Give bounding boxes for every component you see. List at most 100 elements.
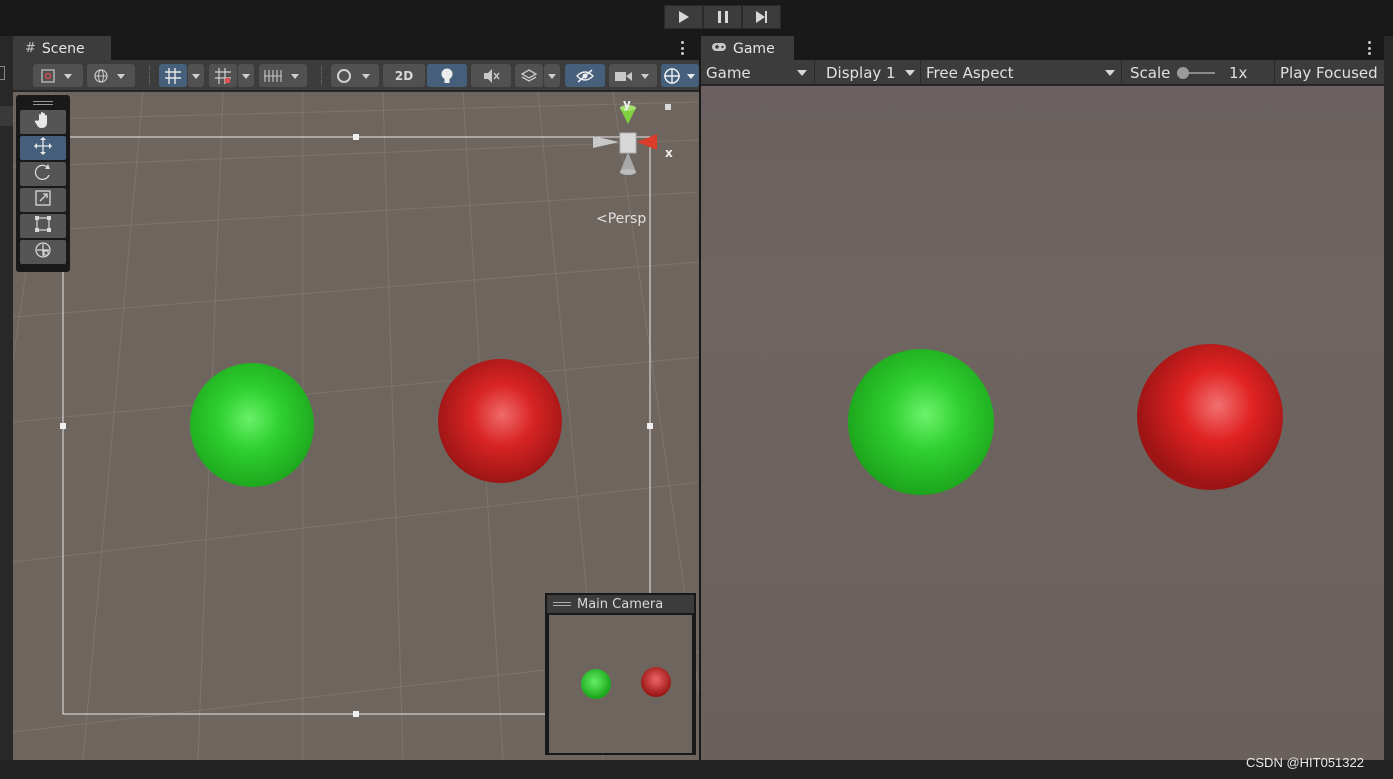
collapsed-panel-tab[interactable] — [0, 106, 13, 126]
rect-tool-icon — [34, 215, 52, 237]
game-red-sphere — [1137, 344, 1283, 490]
status-bar — [0, 760, 1393, 779]
scene-menu-icon[interactable] — [677, 40, 687, 56]
hidden-objects-toggle[interactable] — [565, 64, 605, 87]
projection-toggle[interactable]: <Persp — [596, 211, 646, 227]
perspective-icon: < — [596, 211, 608, 227]
scene-tabstrip: # Scene — [13, 36, 699, 60]
tab-scene-label: Scene — [41, 40, 85, 57]
palette-grip-handle[interactable] — [20, 98, 66, 108]
red-sphere-object[interactable] — [438, 359, 562, 483]
aspect-select[interactable]: Free Aspect — [922, 60, 1122, 85]
scene-viewport[interactable]: y x <Persp Main Camera — [13, 92, 699, 760]
gamepad-icon — [711, 41, 727, 56]
tab-scene[interactable]: # Scene — [13, 36, 111, 60]
scale-control: Scale 1x — [1123, 60, 1275, 85]
watermark-text: CSDN @HIT051322 — [1246, 755, 1364, 770]
gizmo-crosshair-icon — [663, 67, 697, 85]
display-select[interactable]: Display 1 — [816, 60, 921, 85]
toggle-2d-button[interactable]: 2D — [383, 64, 425, 87]
game-viewport[interactable] — [701, 86, 1384, 760]
step-button[interactable] — [742, 5, 781, 29]
game-toolbar: Game Display 1 Free Aspect Scale 1x Play… — [701, 60, 1384, 85]
play-mode-bar — [0, 0, 1393, 35]
play-icon — [678, 10, 690, 24]
pause-icon — [717, 10, 729, 24]
view-select-value: Game — [706, 63, 751, 82]
ruler-grid-icon — [263, 68, 303, 84]
lighting-toggle[interactable] — [427, 64, 467, 87]
scene-toolbar: 2D — [13, 60, 699, 91]
play-mode-value: Play Focused — [1280, 63, 1378, 82]
green-sphere-object[interactable] — [190, 363, 314, 487]
tools-palette — [16, 95, 70, 272]
toolbar-separator — [149, 66, 151, 85]
audio-toggle[interactable] — [471, 64, 511, 87]
rotate-tool-button[interactable] — [20, 162, 66, 186]
orientation-gizmo[interactable] — [585, 100, 675, 190]
scale-tool-button[interactable] — [20, 188, 66, 212]
display-select-value: Display 1 — [826, 63, 896, 82]
toggle-2d-label: 2D — [394, 68, 414, 83]
gizmo-axis-x-label: x — [665, 146, 673, 160]
grid-snap-dropdown[interactable] — [188, 64, 204, 87]
toolbar-separator — [321, 66, 323, 85]
chevron-down-icon — [797, 70, 807, 76]
step-forward-icon — [755, 10, 769, 24]
increment-snap-button[interactable] — [209, 64, 237, 87]
speaker-muted-icon — [482, 68, 500, 84]
play-button[interactable] — [664, 5, 703, 29]
game-green-sphere — [848, 349, 994, 495]
transform-tool-button[interactable] — [20, 240, 66, 264]
tab-game-label: Game — [733, 40, 775, 57]
gizmos-button[interactable] — [661, 64, 699, 87]
game-menu-icon[interactable] — [1364, 40, 1374, 56]
camera-preview-window: Main Camera — [545, 593, 696, 755]
game-render — [701, 86, 1384, 760]
grid-snap-button[interactable] — [159, 64, 187, 87]
drag-handle-icon — [553, 602, 571, 606]
transform-tool-icon — [34, 241, 52, 263]
video-camera-icon — [613, 68, 653, 84]
chevron-down-icon — [1105, 70, 1115, 76]
scale-slider-thumb[interactable] — [1177, 67, 1189, 79]
camera-preview-render — [581, 667, 671, 699]
game-panel: Game Game Display 1 Free Aspect Scale 1x… — [701, 36, 1384, 760]
effects-dropdown[interactable] — [544, 64, 560, 87]
gizmo-lock-icon[interactable] — [665, 104, 671, 110]
tab-game[interactable]: Game — [701, 36, 794, 60]
rotate-tool-icon — [34, 163, 52, 185]
hand-tool-button[interactable] — [20, 110, 66, 134]
hand-tool-icon — [34, 111, 52, 133]
chevron-down-icon — [547, 72, 557, 80]
scale-label: Scale — [1130, 63, 1171, 82]
pause-button[interactable] — [703, 5, 742, 29]
grid-snap-icon — [164, 67, 182, 85]
game-tabstrip: Game — [701, 36, 1384, 60]
chevron-down-icon — [191, 72, 201, 80]
preview-green-sphere — [581, 669, 611, 699]
camera-preview-title: Main Camera — [577, 596, 664, 612]
collapsed-panel-handle[interactable] — [0, 66, 5, 80]
rect-tool-button[interactable] — [20, 214, 66, 238]
move-tool-icon — [34, 137, 52, 159]
preview-red-sphere — [641, 667, 671, 697]
increment-snap-dropdown[interactable] — [238, 64, 254, 87]
lightbulb-icon — [440, 67, 454, 85]
move-tool-button[interactable] — [20, 136, 66, 160]
projection-label: Persp — [607, 211, 647, 227]
shading-mode-button[interactable] — [331, 64, 379, 87]
tool-handle-toggle[interactable] — [33, 64, 83, 87]
global-local-toggle[interactable] — [87, 64, 135, 87]
play-mode-select[interactable]: Play Focused — [1276, 60, 1384, 85]
scene-camera-button[interactable] — [609, 64, 657, 87]
grid-visibility-button[interactable] — [259, 64, 307, 87]
chevron-down-icon — [241, 72, 251, 80]
right-dock-edge — [1384, 36, 1393, 760]
scene-panel: # Scene 2D y x <Persp Main Camera — [13, 36, 699, 760]
camera-preview-header[interactable]: Main Camera — [547, 595, 694, 613]
effects-button[interactable] — [515, 64, 543, 87]
scale-tool-icon — [34, 189, 52, 211]
scale-value: 1x — [1229, 63, 1248, 82]
view-select[interactable]: Game — [701, 60, 815, 85]
